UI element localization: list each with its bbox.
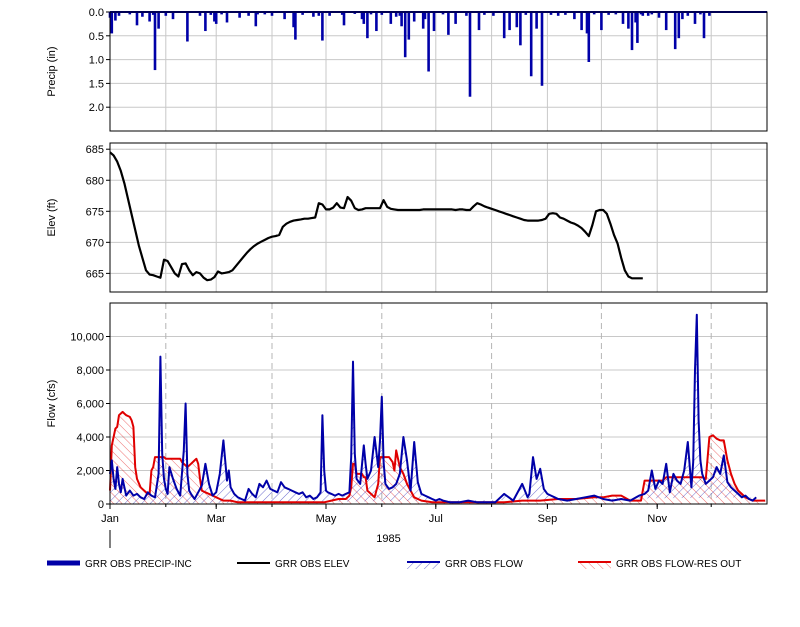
precip-bar xyxy=(587,12,591,62)
precip-bar xyxy=(427,12,430,72)
legend: GRR OBS PRECIP-INC GRR OBS ELEV GRR OBS FL… xyxy=(47,559,741,570)
flow-axis-title: Flow (cfs) xyxy=(46,380,58,428)
precip-bar xyxy=(621,12,625,24)
precip-bar xyxy=(153,12,157,71)
precip-bar xyxy=(204,12,207,32)
x-tick-label: May xyxy=(316,513,337,525)
precip-bar xyxy=(432,12,436,32)
elev-axis-title: Elev (ft) xyxy=(46,199,58,237)
precip-bar xyxy=(693,12,697,24)
x-year-label: 1985 xyxy=(376,533,400,545)
hydrograph-chart: 0.00.51.01.52.0Precip (in) 6656706756806… xyxy=(46,7,768,570)
precip-ytick-label: 2.0 xyxy=(89,102,104,114)
legend-label: GRR OBS PRECIP-INC xyxy=(85,559,192,570)
precip-bar xyxy=(600,12,603,31)
elevation-panel: 665 670 675 680 685 Elev (ft) xyxy=(46,142,768,293)
precip-bar xyxy=(400,12,403,27)
precip-bar xyxy=(468,12,472,97)
precip-bar xyxy=(515,12,519,28)
precip-bar xyxy=(423,12,427,20)
x-tick-label: Nov xyxy=(647,513,667,525)
precip-bar xyxy=(283,12,286,20)
precip-bar xyxy=(681,12,684,20)
precip-plot-area xyxy=(110,12,767,131)
precip-bar xyxy=(673,12,677,50)
precip-bar xyxy=(148,12,151,22)
precip-bar xyxy=(535,12,538,29)
precip-bar xyxy=(677,12,681,39)
precip-bar xyxy=(366,12,369,39)
precip-bar xyxy=(225,12,229,23)
precip-bar xyxy=(342,12,346,26)
precip-bar xyxy=(580,12,583,31)
elev-ytick-label: 670 xyxy=(86,237,104,249)
flow-ytick-label: 0 xyxy=(98,499,104,511)
precip-axis-title: Precip (in) xyxy=(46,46,58,96)
legend-label: GRR OBS ELEV xyxy=(275,559,350,570)
precip-bar xyxy=(454,12,457,24)
precip-bar xyxy=(171,12,175,20)
precip-bar xyxy=(375,12,378,32)
precip-bar xyxy=(540,12,544,86)
precip-bar xyxy=(519,12,522,46)
precip-bar xyxy=(477,12,481,31)
flow-ytick-label: 6,000 xyxy=(76,399,104,411)
precip-bar xyxy=(214,12,218,24)
precip-ytick-label: 0.0 xyxy=(89,7,104,19)
elev-ytick-label: 675 xyxy=(86,206,104,218)
precip-bar xyxy=(502,12,506,39)
precip-bar xyxy=(630,12,634,51)
precip-bar xyxy=(362,12,366,24)
precip-bar xyxy=(110,12,114,34)
precip-bar xyxy=(573,12,576,20)
precip-bar xyxy=(664,12,668,31)
legend-label: GRR OBS FLOW xyxy=(445,559,523,570)
precip-bar xyxy=(636,12,639,43)
precip-bar xyxy=(702,12,706,39)
precip-bar xyxy=(529,12,533,77)
precip-bar xyxy=(186,12,189,42)
elev-ytick-label: 665 xyxy=(86,268,104,280)
precip-bar xyxy=(321,12,324,41)
flow-panel: 0 2,000 4,000 6,000 8,000 10,000 Flow (cfs) xyxy=(46,302,768,511)
x-axis: Jan Mar May Jul Sep Nov 1985 xyxy=(101,504,712,548)
precip-bar xyxy=(508,12,511,31)
elev-ytick-label: 680 xyxy=(86,175,104,187)
precip-bar xyxy=(412,12,416,22)
x-tick-label: Mar xyxy=(207,513,226,525)
precip-ytick-label: 1.0 xyxy=(89,55,104,67)
precip-bar xyxy=(135,12,139,26)
precip-bar xyxy=(389,12,393,24)
elev-plot-area xyxy=(110,143,767,292)
legend-swatch-hatch xyxy=(578,562,611,569)
precip-bar xyxy=(407,12,411,40)
precip-bar xyxy=(157,12,160,29)
x-tick-label: Sep xyxy=(538,513,558,525)
x-tick-label: Jan xyxy=(101,513,119,525)
precip-bar xyxy=(294,12,297,40)
precip-panel: 0.0 0.5 1.0 1.5 2.0 Precip (in) xyxy=(46,7,768,132)
x-tick-label: Jul xyxy=(429,513,443,525)
precip-ytick-label: 0.5 xyxy=(89,31,104,43)
flow-ytick-label: 2,000 xyxy=(76,466,104,478)
precip-bar xyxy=(447,12,450,35)
legend-label: GRR OBS FLOW-RES OUT xyxy=(616,559,741,570)
elev-ytick-label: 685 xyxy=(86,144,104,156)
precip-ytick-label: 1.5 xyxy=(89,78,104,90)
flow-ytick-label: 10,000 xyxy=(70,332,104,344)
precip-bar xyxy=(627,12,630,29)
flow-ytick-label: 4,000 xyxy=(76,432,104,444)
precip-bar xyxy=(114,12,117,21)
precip-bar xyxy=(403,12,407,58)
flow-ytick-label: 8,000 xyxy=(76,365,104,377)
legend-swatch-hatch xyxy=(407,562,440,569)
